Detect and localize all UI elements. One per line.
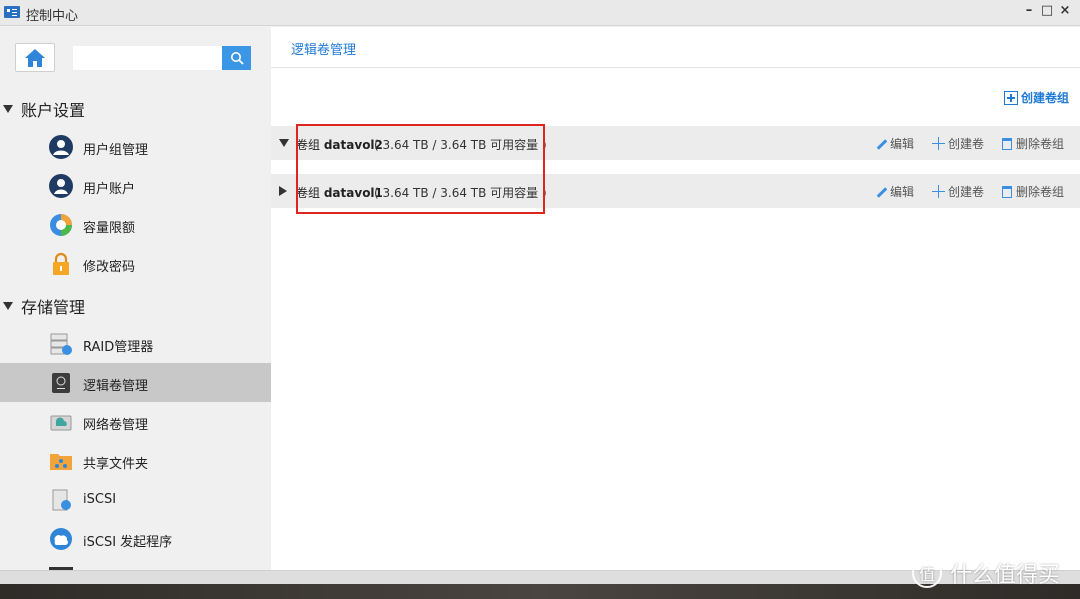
watermark: 值 什么值得买	[912, 557, 1060, 589]
create-volume-button[interactable]: 创建卷	[931, 135, 984, 152]
sidebar-item-logical-volume-management[interactable]: 逻辑卷管理	[0, 363, 271, 402]
delete-volume-group-button[interactable]: 删除卷组	[1001, 135, 1064, 152]
delete-volume-group-button[interactable]: 删除卷组	[1001, 183, 1064, 200]
pencil-icon	[875, 138, 887, 150]
quota-pie-icon	[49, 213, 73, 237]
expand-icon	[3, 105, 13, 113]
sidebar-item-label: RAID管理器	[83, 340, 154, 355]
edit-button[interactable]: 编辑	[875, 183, 914, 200]
home-icon	[25, 48, 45, 67]
sidebar-item-label: iSCSI 发起程序	[83, 535, 173, 550]
create-volume-button[interactable]: 创建卷	[931, 183, 984, 200]
collapse-arrow-icon[interactable]	[279, 139, 289, 147]
control-center-icon	[4, 6, 20, 18]
watermark-logo-icon: 值	[912, 558, 942, 588]
plus-icon	[931, 137, 945, 150]
group-storage-management[interactable]: 存储管理	[0, 294, 85, 318]
add-box-icon	[1003, 90, 1018, 105]
trash-icon	[1001, 137, 1012, 150]
sidebar-item-shared-folders[interactable]: 共享文件夹	[0, 441, 271, 480]
logical-volume-icon	[49, 371, 73, 395]
iscsi-disk-icon	[49, 488, 73, 512]
trash-icon	[1001, 185, 1012, 198]
sidebar-item-label: 用户组管理	[83, 143, 149, 158]
sidebar-item-quota[interactable]: 容量限额	[0, 205, 271, 244]
maximize-button[interactable]: □	[1039, 3, 1055, 18]
delete-volume-group-label: 删除卷组	[1015, 137, 1064, 151]
user-icon	[49, 174, 73, 198]
create-volume-label: 创建卷	[947, 185, 984, 199]
sidebar-item-change-password[interactable]: 修改密码	[0, 244, 271, 283]
sidebar-item-iscsi-initiator[interactable]: iSCSI 发起程序	[0, 519, 271, 558]
delete-volume-group-label: 删除卷组	[1015, 185, 1064, 199]
pencil-icon	[875, 186, 887, 198]
control-center-window: 控制中心 – □ × 账户设置 用户组管理 用户账户 容量限额 修改密码 存储管…	[0, 0, 1080, 584]
create-volume-group-button[interactable]: 创建卷组	[1003, 89, 1069, 106]
sidebar-item-label: 修改密码	[83, 260, 136, 275]
main-header: 逻辑卷管理	[271, 27, 1080, 68]
watermark-text: 什么值得买	[950, 563, 1061, 588]
home-button[interactable]	[15, 43, 55, 72]
red-highlight-annotation	[296, 124, 545, 214]
edit-button[interactable]: 编辑	[875, 135, 914, 152]
plus-icon	[931, 185, 945, 198]
group-label: 账户设置	[21, 101, 86, 120]
row-actions: 编辑 创建卷 删除卷组	[857, 183, 1064, 200]
sidebar: 账户设置 用户组管理 用户账户 容量限额 修改密码 存储管理 RAID管理器 逻…	[0, 27, 271, 570]
titlebar: 控制中心 – □ ×	[0, 0, 1080, 26]
sidebar-item-label: 容量限额	[83, 221, 136, 236]
sidebar-item-label: 用户账户	[83, 182, 136, 197]
group-account-settings[interactable]: 账户设置	[0, 97, 85, 121]
search-button[interactable]	[222, 46, 251, 70]
create-volume-group-label: 创建卷组	[1020, 91, 1069, 105]
user-group-icon	[49, 135, 73, 159]
raid-disk-icon	[49, 332, 73, 356]
iscsi-initiator-icon	[49, 527, 73, 551]
create-volume-label: 创建卷	[947, 137, 984, 151]
edit-label: 编辑	[889, 137, 914, 151]
sidebar-item-iscsi[interactable]: iSCSI	[0, 480, 271, 519]
row-actions: 编辑 创建卷 删除卷组	[857, 135, 1064, 152]
network-volume-icon	[49, 410, 73, 434]
sidebar-item-label: 共享文件夹	[83, 457, 149, 472]
main-panel: 逻辑卷管理 创建卷组 卷组 datavol2 ( 3.64 TB / 3.64 …	[271, 27, 1080, 570]
sidebar-item-label: 网络卷管理	[83, 418, 149, 433]
sidebar-item-user-groups[interactable]: 用户组管理	[0, 127, 271, 166]
minimize-button[interactable]: –	[1021, 3, 1037, 18]
page-title: 逻辑卷管理	[291, 43, 357, 58]
sidebar-item-user-accounts[interactable]: 用户账户	[0, 166, 271, 205]
shared-folder-icon	[49, 449, 73, 473]
search-icon	[230, 52, 244, 65]
search-input[interactable]	[73, 46, 222, 70]
lock-icon	[49, 252, 73, 276]
edit-label: 编辑	[889, 185, 914, 199]
group-label: 存储管理	[21, 298, 86, 317]
close-button[interactable]: ×	[1057, 3, 1073, 18]
expand-arrow-icon[interactable]	[279, 186, 287, 196]
sidebar-item-raid-manager[interactable]: RAID管理器	[0, 324, 271, 363]
sidebar-item-network-volume-management[interactable]: 网络卷管理	[0, 402, 271, 441]
sidebar-item-label: iSCSI	[83, 492, 117, 507]
expand-icon	[3, 302, 13, 310]
window-title: 控制中心	[26, 9, 79, 24]
sidebar-item-label: 逻辑卷管理	[83, 379, 149, 394]
